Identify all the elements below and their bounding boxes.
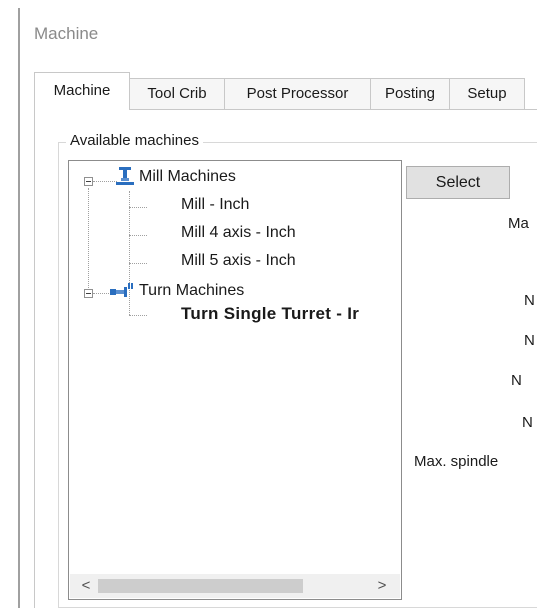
collapse-mill-machines-toggle[interactable]	[84, 177, 93, 186]
tree-connector	[129, 235, 147, 236]
tree-node-turn-machines[interactable]: Turn Machines	[139, 282, 244, 300]
property-label-max-spindle: Max. spindle	[414, 453, 499, 470]
scroll-thumb[interactable]	[98, 579, 303, 593]
window-left-border	[18, 8, 20, 608]
machine-tree[interactable]: Mill Machines Mill - Inch Mill 4 axis - …	[68, 160, 402, 600]
machine-dialog: Machine Machine Tool Crib Post Processor…	[0, 0, 537, 608]
tree-connector	[129, 263, 147, 264]
tab-machine[interactable]: Machine	[34, 72, 130, 110]
select-button[interactable]: Select	[406, 166, 510, 199]
tree-item-turn-single-turret[interactable]: Turn Single Turret - Ir	[181, 304, 359, 324]
tree-item-mill-inch[interactable]: Mill - Inch	[181, 196, 249, 214]
turn-machine-icon	[110, 283, 133, 297]
tab-tool-crib[interactable]: Tool Crib	[129, 78, 225, 109]
available-machines-label: Available machines	[66, 132, 203, 149]
property-label: N	[524, 332, 535, 349]
tab-setup[interactable]: Setup	[449, 78, 525, 109]
tree-connector	[88, 188, 89, 288]
tree-node-mill-machines[interactable]: Mill Machines	[139, 168, 236, 186]
property-label: N	[511, 372, 522, 389]
tab-strip: Machine Tool Crib Post Processor Posting…	[34, 72, 537, 110]
property-label: Ma	[508, 215, 529, 232]
tree-item-mill-4-axis-inch[interactable]: Mill 4 axis - Inch	[181, 224, 296, 242]
tab-post-processor[interactable]: Post Processor	[224, 78, 371, 109]
tree-item-mill-5-axis-inch[interactable]: Mill 5 axis - Inch	[181, 252, 296, 270]
scroll-right-arrow[interactable]: >	[370, 574, 394, 598]
scroll-left-arrow[interactable]: <	[74, 574, 98, 598]
tree-connector	[93, 181, 117, 182]
tree-connector	[129, 315, 147, 316]
tab-posting[interactable]: Posting	[370, 78, 450, 109]
mill-machine-icon	[116, 167, 134, 185]
window-title: Machine	[34, 24, 99, 43]
tree-connector	[129, 207, 147, 208]
property-label: N	[524, 292, 535, 309]
tree-horizontal-scrollbar[interactable]: < >	[70, 574, 400, 598]
collapse-turn-machines-toggle[interactable]	[84, 289, 93, 298]
property-label: N	[522, 414, 533, 431]
